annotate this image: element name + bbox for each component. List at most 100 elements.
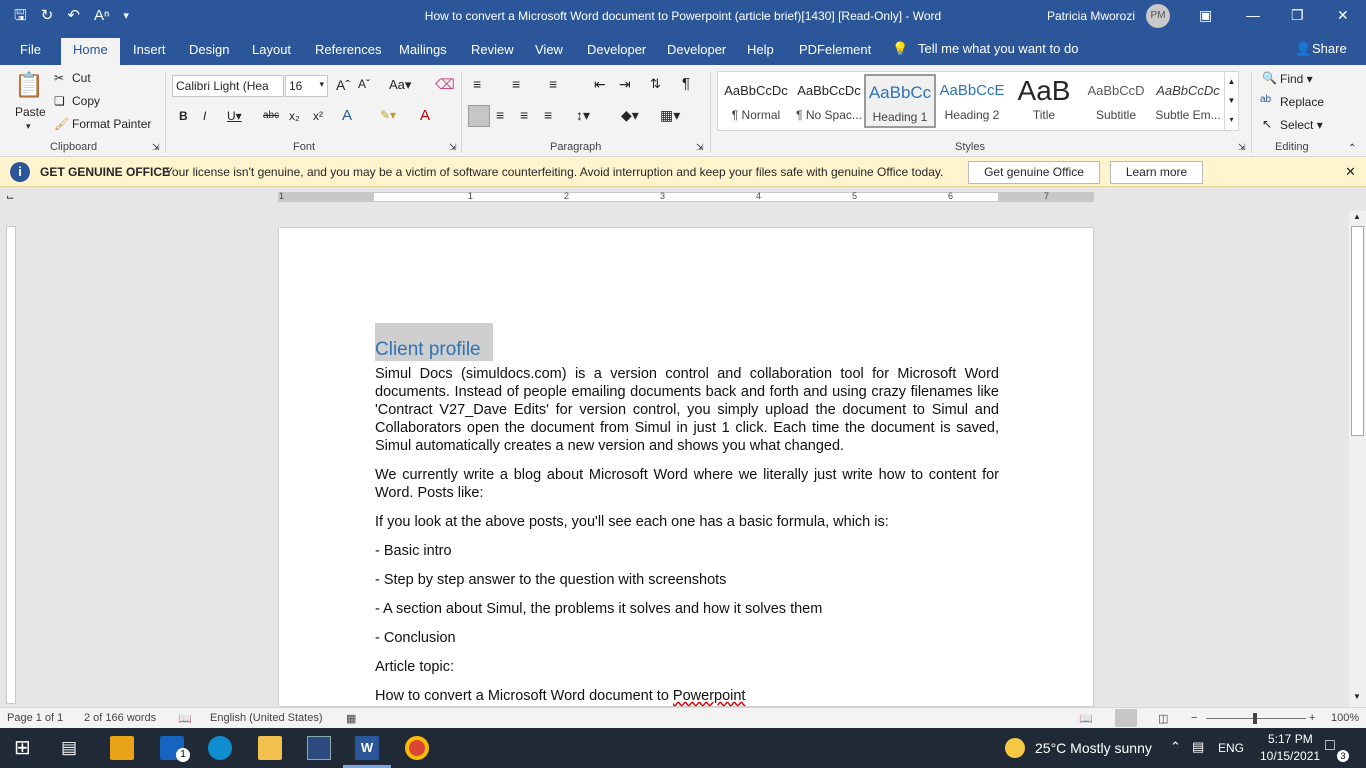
document-page[interactable]: Client profile Simul Docs (simuldocs.com…	[278, 227, 1094, 707]
style-no-spacing[interactable]: AaBbCcDc ¶ No Spac...	[793, 74, 865, 128]
tab-mailings[interactable]: Mailings	[399, 42, 447, 57]
styles-scroll[interactable]: ▲ ▼ ▾	[1224, 72, 1238, 130]
shrink-font-icon[interactable]: Aˇ	[358, 77, 370, 91]
style-heading-1[interactable]: AaBbCc Heading 1	[864, 74, 936, 128]
clear-formatting-icon[interactable]: ⌫	[435, 76, 455, 93]
style-heading-2[interactable]: AaBbCcE Heading 2	[936, 74, 1008, 128]
tab-stop-selector[interactable]: ⌙	[6, 192, 14, 203]
paragraph[interactable]: - A section about Simul, the problems it…	[375, 600, 999, 618]
notification-icon[interactable]: □	[1325, 737, 1335, 755]
close-icon[interactable]: ✕	[1337, 7, 1349, 24]
web-layout-icon[interactable]: ◫	[1158, 712, 1168, 725]
styles-launcher-icon[interactable]: ⇲	[1238, 142, 1246, 153]
get-genuine-office-button[interactable]: Get genuine Office	[968, 161, 1100, 184]
style-subtitle[interactable]: AaBbCcD Subtitle	[1080, 74, 1152, 128]
tab-layout[interactable]: Layout	[252, 42, 291, 57]
paragraph[interactable]: - Step by step answer to the question wi…	[375, 571, 999, 589]
zoom-out-icon[interactable]: −	[1191, 712, 1197, 724]
line-spacing-icon[interactable]: ↕▾	[576, 107, 590, 124]
clock-time[interactable]: 5:17 PM	[1268, 732, 1313, 746]
change-case-icon[interactable]: Aa▾	[389, 77, 411, 93]
pilcrow-icon[interactable]: ¶	[682, 75, 690, 92]
read-mode-icon[interactable]: 📖	[1079, 712, 1093, 725]
paragraph-article-title[interactable]: How to convert a Microsoft Word document…	[375, 687, 999, 705]
shading-icon[interactable]: ◆▾	[621, 107, 639, 124]
tab-review[interactable]: Review	[471, 42, 514, 57]
font-size-select[interactable]: 16 ▾	[285, 75, 328, 97]
clipboard-launcher-icon[interactable]: ⇲	[152, 142, 160, 153]
style-subtle-emphasis[interactable]: AaBbCcDc Subtle Em...	[1152, 74, 1224, 128]
tab-design[interactable]: Design	[189, 42, 229, 57]
sort-icon[interactable]: ⇅	[650, 76, 661, 92]
copy-button[interactable]: Copy	[72, 94, 100, 108]
font-name-select[interactable]: Calibri Light (Hea	[172, 75, 284, 97]
increase-indent-icon[interactable]: ⇥	[619, 76, 631, 93]
font-color-icon[interactable]: A	[420, 107, 430, 124]
tab-file[interactable]: File	[20, 42, 41, 57]
font-launcher-icon[interactable]: ⇲	[449, 142, 457, 153]
maximize-icon[interactable]: ❐	[1291, 7, 1304, 24]
paragraph[interactable]: - Basic intro	[375, 542, 999, 560]
horizontal-ruler[interactable]: 1 1 2 3 4 5 6 7	[278, 191, 1094, 202]
superscript-icon[interactable]: x²	[313, 109, 323, 123]
paragraph[interactable]: - Conclusion	[375, 629, 999, 647]
paragraph[interactable]: Simul Docs (simuldocs.com) is a version …	[375, 365, 999, 455]
decrease-indent-icon[interactable]: ⇤	[594, 76, 606, 93]
tab-view[interactable]: View	[535, 42, 563, 57]
tab-references[interactable]: References	[315, 42, 381, 57]
edge-icon[interactable]	[208, 736, 232, 760]
tab-help[interactable]: Help	[747, 42, 774, 57]
replace-button[interactable]: Replace	[1280, 95, 1324, 109]
paste-icon[interactable]: 📋	[14, 71, 44, 100]
vertical-scrollbar[interactable]: ▲ ▼	[1349, 211, 1366, 707]
spelling-error-word[interactable]: Powerpoint	[673, 688, 746, 704]
input-language[interactable]: ENG	[1218, 741, 1244, 755]
cut-button[interactable]: Cut	[72, 71, 91, 85]
share-button[interactable]: Share	[1312, 41, 1347, 56]
paragraph[interactable]: If you look at the above posts, you'll s…	[375, 513, 999, 531]
zoom-in-icon[interactable]: +	[1309, 712, 1315, 724]
select-button[interactable]: Select ▾	[1280, 118, 1323, 132]
user-name[interactable]: Patricia Mworozi	[1047, 9, 1135, 23]
clock-date[interactable]: 10/15/2021	[1260, 749, 1320, 763]
weather-icon[interactable]	[1005, 738, 1025, 758]
learn-more-button[interactable]: Learn more	[1110, 161, 1203, 184]
style-title[interactable]: AaB Title	[1008, 74, 1080, 128]
store-icon[interactable]	[110, 736, 134, 760]
avatar[interactable]: PM	[1146, 4, 1170, 28]
scroll-thumb[interactable]	[1351, 226, 1364, 436]
tab-insert[interactable]: Insert	[133, 42, 166, 57]
zoom-slider-thumb[interactable]	[1253, 713, 1257, 724]
minimize-icon[interactable]: —	[1246, 7, 1260, 23]
bullets-icon[interactable]: ≡	[473, 76, 481, 92]
tab-home[interactable]: Home	[61, 38, 120, 65]
vertical-ruler[interactable]	[6, 226, 16, 704]
windows-start-icon[interactable]: ⊞	[14, 736, 38, 760]
weather-text[interactable]: 25°C Mostly sunny	[1035, 740, 1152, 756]
chrome-icon[interactable]	[405, 736, 429, 760]
grow-font-icon[interactable]: Aˆ	[336, 77, 350, 93]
heading-client-profile[interactable]: Client profile	[375, 323, 493, 361]
align-left-icon[interactable]	[468, 105, 490, 127]
highlight-icon[interactable]: ✎▾	[380, 108, 396, 122]
ribbon-display-icon[interactable]: ▣	[1199, 7, 1212, 24]
zoom-level[interactable]: 100%	[1331, 712, 1359, 724]
app-icon[interactable]	[307, 736, 331, 760]
paste-dropdown-icon[interactable]: ▾	[26, 121, 31, 132]
page-count[interactable]: Page 1 of 1	[7, 712, 63, 724]
style-normal[interactable]: AaBbCcDc ¶ Normal	[720, 74, 792, 128]
language-indicator[interactable]: English (United States)	[210, 712, 323, 724]
word-count[interactable]: 2 of 166 words	[84, 712, 156, 724]
tab-developer[interactable]: Developer	[587, 42, 646, 57]
document-body[interactable]: Client profile Simul Docs (simuldocs.com…	[375, 323, 999, 716]
find-button[interactable]: Find ▾	[1280, 72, 1313, 86]
macro-recording-icon[interactable]: ▦	[346, 712, 356, 725]
borders-icon[interactable]: ▦▾	[660, 107, 680, 124]
strikethrough-icon[interactable]: abc	[263, 110, 279, 121]
print-layout-icon[interactable]	[1115, 709, 1137, 727]
word-icon[interactable]: W	[355, 736, 379, 760]
scroll-down-icon[interactable]: ▼	[1353, 692, 1361, 701]
underline-icon[interactable]: U▾	[227, 109, 242, 123]
text-effects-icon[interactable]: A	[342, 107, 352, 124]
show-hidden-icons[interactable]: ⌃	[1170, 739, 1181, 755]
